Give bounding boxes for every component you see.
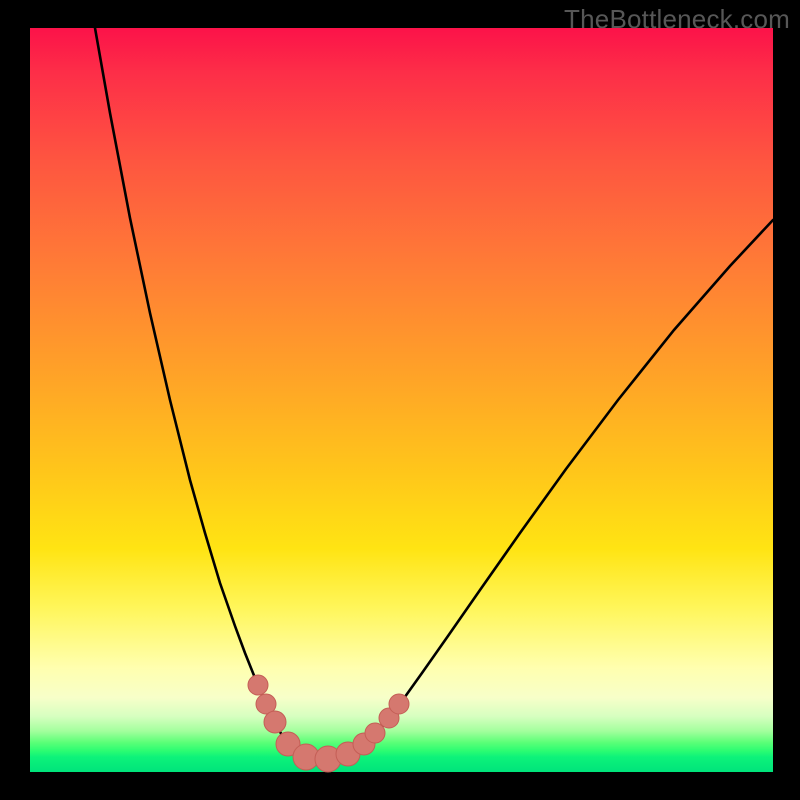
valley-markers [248,675,409,772]
plot-area [30,28,773,772]
valley-dot [389,694,409,714]
watermark-text: TheBottleneck.com [564,4,790,35]
valley-dot [248,675,268,695]
valley-dot [264,711,286,733]
curve-layer [30,28,773,772]
bottleneck-curve [95,28,773,759]
valley-dot [365,723,385,743]
chart-frame: TheBottleneck.com [0,0,800,800]
